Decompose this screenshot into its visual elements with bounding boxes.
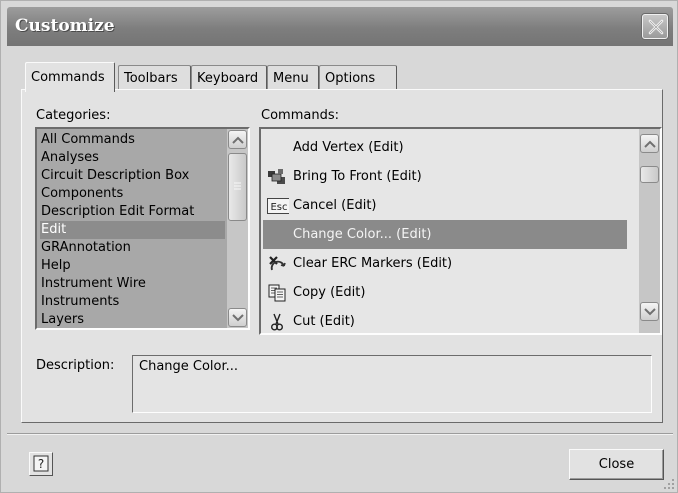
list-item[interactable]: Layers — [40, 311, 225, 328]
categories-label: Categories: — [36, 108, 111, 123]
list-item[interactable]: Instruments — [40, 293, 225, 311]
copy-icon — [268, 284, 286, 302]
title-bar[interactable]: Customize — [7, 7, 673, 46]
list-item[interactable]: Add Vertex (Edit) — [263, 133, 627, 162]
list-item[interactable]: Help — [40, 257, 225, 275]
scroll-up-button[interactable] — [228, 130, 247, 149]
list-item[interactable]: Analyses — [40, 149, 225, 167]
list-item[interactable]: Cut (Edit) — [263, 307, 627, 333]
svg-text:Esc: Esc — [270, 202, 287, 213]
scroll-up-button[interactable] — [640, 134, 659, 153]
scissors-icon — [270, 313, 283, 331]
tab-commands[interactable]: Commands — [25, 62, 115, 92]
commands-listbox[interactable]: Add Vertex (Edit) Bring To Front (Edit) … — [259, 127, 662, 335]
list-item[interactable]: Copy (Edit) — [263, 278, 627, 307]
close-button[interactable]: Close — [569, 449, 664, 480]
chevron-up-icon — [644, 140, 656, 148]
command-label: Cancel (Edit) — [293, 198, 377, 213]
command-label: Add Vertex (Edit) — [293, 140, 404, 155]
tab-label: Options — [325, 71, 376, 86]
commands-scrollbar[interactable] — [639, 129, 660, 333]
list-item[interactable]: Instrument Wire — [40, 275, 225, 293]
tab-label: Keyboard — [197, 71, 259, 86]
commands-label: Commands: — [261, 108, 339, 123]
window-close-button[interactable] — [642, 14, 668, 39]
chevron-down-icon — [644, 308, 656, 316]
commands-items: Add Vertex (Edit) Bring To Front (Edit) … — [263, 133, 627, 333]
tab-label: Menu — [273, 71, 309, 86]
tab-label: Commands — [31, 70, 105, 85]
chevron-up-icon — [232, 136, 244, 144]
scroll-thumb[interactable] — [228, 153, 247, 221]
description-label: Description: — [36, 358, 115, 373]
help-icon: ? — [33, 455, 49, 472]
tab-label: Toolbars — [124, 71, 178, 86]
list-item[interactable]: Esc Cancel (Edit) — [263, 191, 627, 220]
tab-menu[interactable]: Menu — [267, 65, 319, 91]
scroll-down-button[interactable] — [228, 308, 247, 327]
tab-toolbars[interactable]: Toolbars — [118, 65, 191, 91]
list-item[interactable]: Bring To Front (Edit) — [263, 162, 627, 191]
list-item[interactable]: Components — [40, 185, 225, 203]
grip-lines-icon — [234, 182, 241, 190]
command-label: Copy (Edit) — [293, 285, 366, 300]
list-item-selected[interactable]: Edit — [40, 221, 225, 239]
separator — [7, 433, 673, 435]
list-item[interactable]: Description Edit Format — [40, 203, 225, 221]
description-field: Change Color... — [132, 355, 652, 413]
chevron-down-icon — [232, 314, 244, 322]
esc-key-icon: Esc — [267, 198, 289, 214]
resize-grip-icon[interactable] — [661, 476, 675, 490]
close-icon — [648, 19, 664, 35]
bring-to-front-icon — [268, 169, 285, 184]
command-label: Clear ERC Markers (Edit) — [293, 256, 453, 271]
categories-listbox[interactable]: All Commands Analyses Circuit Descriptio… — [35, 127, 250, 330]
categories-scrollbar[interactable] — [227, 129, 248, 328]
description-value: Change Color... — [139, 359, 239, 374]
list-item-selected[interactable]: Change Color... (Edit) — [263, 220, 627, 249]
customize-dialog: Customize Commands Toolbars Keyboard Men… — [0, 0, 678, 493]
svg-text:?: ? — [38, 457, 44, 471]
command-label: Change Color... (Edit) — [293, 227, 432, 242]
categories-items: All Commands Analyses Circuit Descriptio… — [40, 131, 225, 328]
tab-keyboard[interactable]: Keyboard — [191, 65, 267, 91]
list-item[interactable]: All Commands — [40, 131, 225, 149]
window-title: Customize — [15, 16, 115, 36]
clear-erc-markers-icon — [269, 256, 286, 271]
list-item[interactable]: Clear ERC Markers (Edit) — [263, 249, 627, 278]
scroll-thumb[interactable] — [640, 166, 659, 183]
scroll-down-button[interactable] — [640, 302, 659, 321]
command-label: Cut (Edit) — [293, 314, 355, 329]
command-label: Bring To Front (Edit) — [293, 169, 422, 184]
list-item[interactable]: GRAnnotation — [40, 239, 225, 257]
tab-options[interactable]: Options — [319, 65, 397, 91]
list-item[interactable]: Circuit Description Box — [40, 167, 225, 185]
help-button[interactable]: ? — [29, 452, 53, 476]
